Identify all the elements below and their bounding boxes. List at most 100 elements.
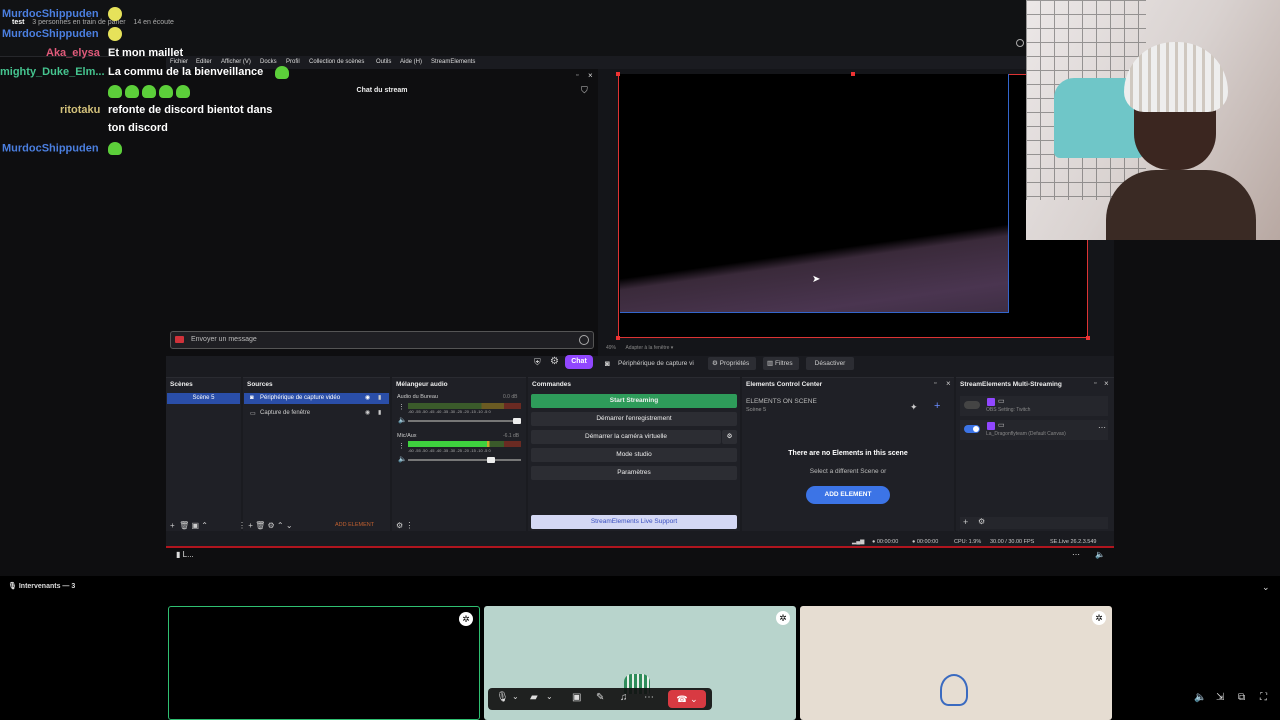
close-icon[interactable]: × (946, 379, 951, 388)
chat-icon[interactable]: ▮ L... (176, 550, 194, 559)
camera-off-icon[interactable]: ▰ (530, 692, 538, 703)
add-element-button[interactable]: ADD ELEMENT (806, 486, 890, 504)
emote-icon (107, 7, 122, 21)
virtual-camera-button[interactable]: Démarrer la caméra virtuelle (531, 430, 721, 444)
eye-icon[interactable]: ◉ (365, 409, 370, 416)
scene-item[interactable]: Scène 5 (167, 393, 240, 404)
source-item-video[interactable]: ◙ Périphérique de capture vidéo ◉ ▮ (244, 393, 389, 404)
emote-icon (275, 66, 289, 79)
deactivate-button[interactable]: Désactiver (806, 357, 854, 370)
menu-help[interactable]: Aide (H) (400, 59, 422, 65)
participant-tile[interactable]: ✲ (800, 606, 1112, 720)
slider-handle[interactable] (487, 457, 495, 463)
filters-button[interactable]: ▥ Filtres (763, 357, 799, 370)
virtual-camera-settings-button[interactable]: ⚙ (722, 430, 737, 444)
support-button[interactable]: StreamElements Live Support (531, 515, 737, 529)
close-icon[interactable]: × (1104, 379, 1109, 388)
multistreaming-dock: StreamElements Multi-Streaming ▫ × ▭ OBS… (956, 377, 1114, 531)
menu-docks[interactable]: Docks (260, 59, 277, 65)
more-icon[interactable]: ⋮ (398, 403, 405, 411)
scene-toolbar[interactable]: + 🗑 ▣ ⌃ (170, 521, 208, 530)
menu-scene-collection[interactable]: Collection de scènes (309, 59, 364, 65)
source-item-window[interactable]: ▭ Capture de fenêtre ◉ ▮ (244, 408, 389, 419)
settings-icon[interactable] (1016, 39, 1024, 47)
speaker-icon[interactable]: 🔈 (398, 455, 407, 463)
chevron-down-icon[interactable]: ⌄ (546, 692, 553, 701)
elements-on-scene-label: ELEMENTS ON SCENE (746, 398, 817, 405)
gear-icon[interactable]: ⚙ (550, 356, 559, 367)
preview-zoom[interactable]: 49% Adapter à la fenêtre ▾ (606, 345, 673, 351)
multistream-title: StreamElements Multi-Streaming (960, 381, 1062, 388)
lock-icon[interactable]: ▮ (378, 394, 381, 401)
mic-icon[interactable]: 🎙 (496, 692, 509, 703)
volume-icon[interactable]: 🔈 (1194, 692, 1206, 703)
menu-file[interactable]: Fichier (170, 59, 188, 65)
add-icon[interactable]: + (934, 400, 940, 412)
magic-icon[interactable]: ✦ (910, 402, 918, 413)
signal-icon: ▂▄▆ (852, 539, 865, 545)
fullscreen-icon[interactable]: ⛶ (1260, 692, 1267, 703)
start-streaming-button[interactable]: Start Streaming (531, 394, 737, 408)
more-icon[interactable]: ⋯ (644, 692, 654, 703)
message-input[interactable]: Envoyer un message (170, 331, 594, 349)
chat-message: Aka_elysa Et mon maillet (46, 47, 183, 59)
resize-handle[interactable] (616, 72, 620, 76)
popout-icon[interactable]: ⧉ (1238, 692, 1245, 703)
channel-name: Mic/Aux (397, 433, 417, 439)
participant-tile[interactable]: ✲ (168, 606, 480, 720)
hang-up-button[interactable]: ☎ ⌄ (668, 690, 706, 708)
slider-handle[interactable] (513, 418, 521, 424)
rec-time: 00:00:00 (916, 539, 939, 545)
emote-icon (159, 85, 173, 99)
gear-icon[interactable]: ⚙ (978, 517, 985, 526)
lock-icon[interactable]: ▮ (378, 409, 381, 416)
ecc-title: Elements Control Center (746, 381, 823, 388)
more-icon[interactable]: ⋯ (1098, 423, 1106, 432)
volume-slider[interactable] (408, 420, 521, 422)
mixer-toolbar[interactable]: ⚙ ⋮ (396, 521, 413, 530)
pin-icon[interactable]: ⇲ (1216, 692, 1224, 703)
volume-icon[interactable]: 🔈 (1095, 550, 1105, 559)
dock-float-icon[interactable]: ▫ (1094, 380, 1096, 387)
menu-profile[interactable]: Profil (286, 59, 300, 65)
add-icon[interactable]: + (963, 517, 968, 527)
chevron-down-icon[interactable]: ⌄ (512, 692, 519, 701)
pin-icon[interactable]: ✲ (1092, 611, 1106, 625)
soundboard-icon[interactable]: ♫ (620, 692, 628, 703)
resize-handle[interactable] (851, 72, 855, 76)
screen-share-icon[interactable]: ▣ (572, 692, 581, 703)
settings-button[interactable]: Paramètres (531, 466, 737, 480)
chevron-down-icon[interactable]: ⌄ (1262, 582, 1270, 593)
chat-text: refonte de discord bientot dans (108, 104, 273, 116)
dock-float-icon[interactable]: ▫ (934, 380, 936, 387)
studio-mode-button[interactable]: Mode studio (531, 448, 737, 462)
camera-icon: ◙ (250, 395, 254, 401)
menu-edit[interactable]: Editer (196, 59, 212, 65)
eye-icon[interactable]: ◉ (365, 394, 370, 401)
more-icon[interactable]: ⋯ (1072, 550, 1080, 559)
activity-icon[interactable]: ✎ (596, 692, 604, 703)
resize-handle[interactable] (616, 336, 620, 340)
menu-view[interactable]: Afficher (V) (221, 59, 251, 65)
chat-button[interactable]: Chat (565, 355, 593, 369)
pin-icon[interactable]: ✲ (459, 612, 473, 626)
source-toolbar[interactable]: ⋮ + 🗑 ⚙ ⌃ ⌄ (238, 521, 293, 530)
ecc-scene-name: Scène 5 (746, 407, 767, 413)
close-icon[interactable]: × (588, 71, 593, 80)
toggle-off[interactable] (964, 401, 980, 409)
pin-icon[interactable]: ✲ (776, 611, 790, 625)
shield-icon[interactable]: ⛨ (534, 357, 541, 368)
resize-handle[interactable] (1086, 336, 1090, 340)
speaker-icon[interactable]: 🔈 (398, 416, 407, 424)
more-icon[interactable]: ⋮ (398, 442, 405, 450)
menu-tools[interactable]: Outils (376, 59, 391, 65)
volume-slider[interactable] (408, 459, 521, 461)
properties-button[interactable]: ⚙ Propriétés (708, 357, 756, 370)
emote-picker-icon[interactable] (579, 335, 589, 345)
dock-float-icon[interactable]: ▫ (576, 72, 578, 79)
record-button[interactable]: Démarrer l'enregistrement (531, 412, 737, 426)
add-element-link[interactable]: ADD ELEMENT (335, 522, 374, 528)
chat-message: ritotaku refonte de discord bientot dans (60, 104, 272, 116)
menu-streamelements[interactable]: StreamElements (431, 59, 475, 65)
users-icon[interactable]: ⛉ (581, 85, 588, 96)
